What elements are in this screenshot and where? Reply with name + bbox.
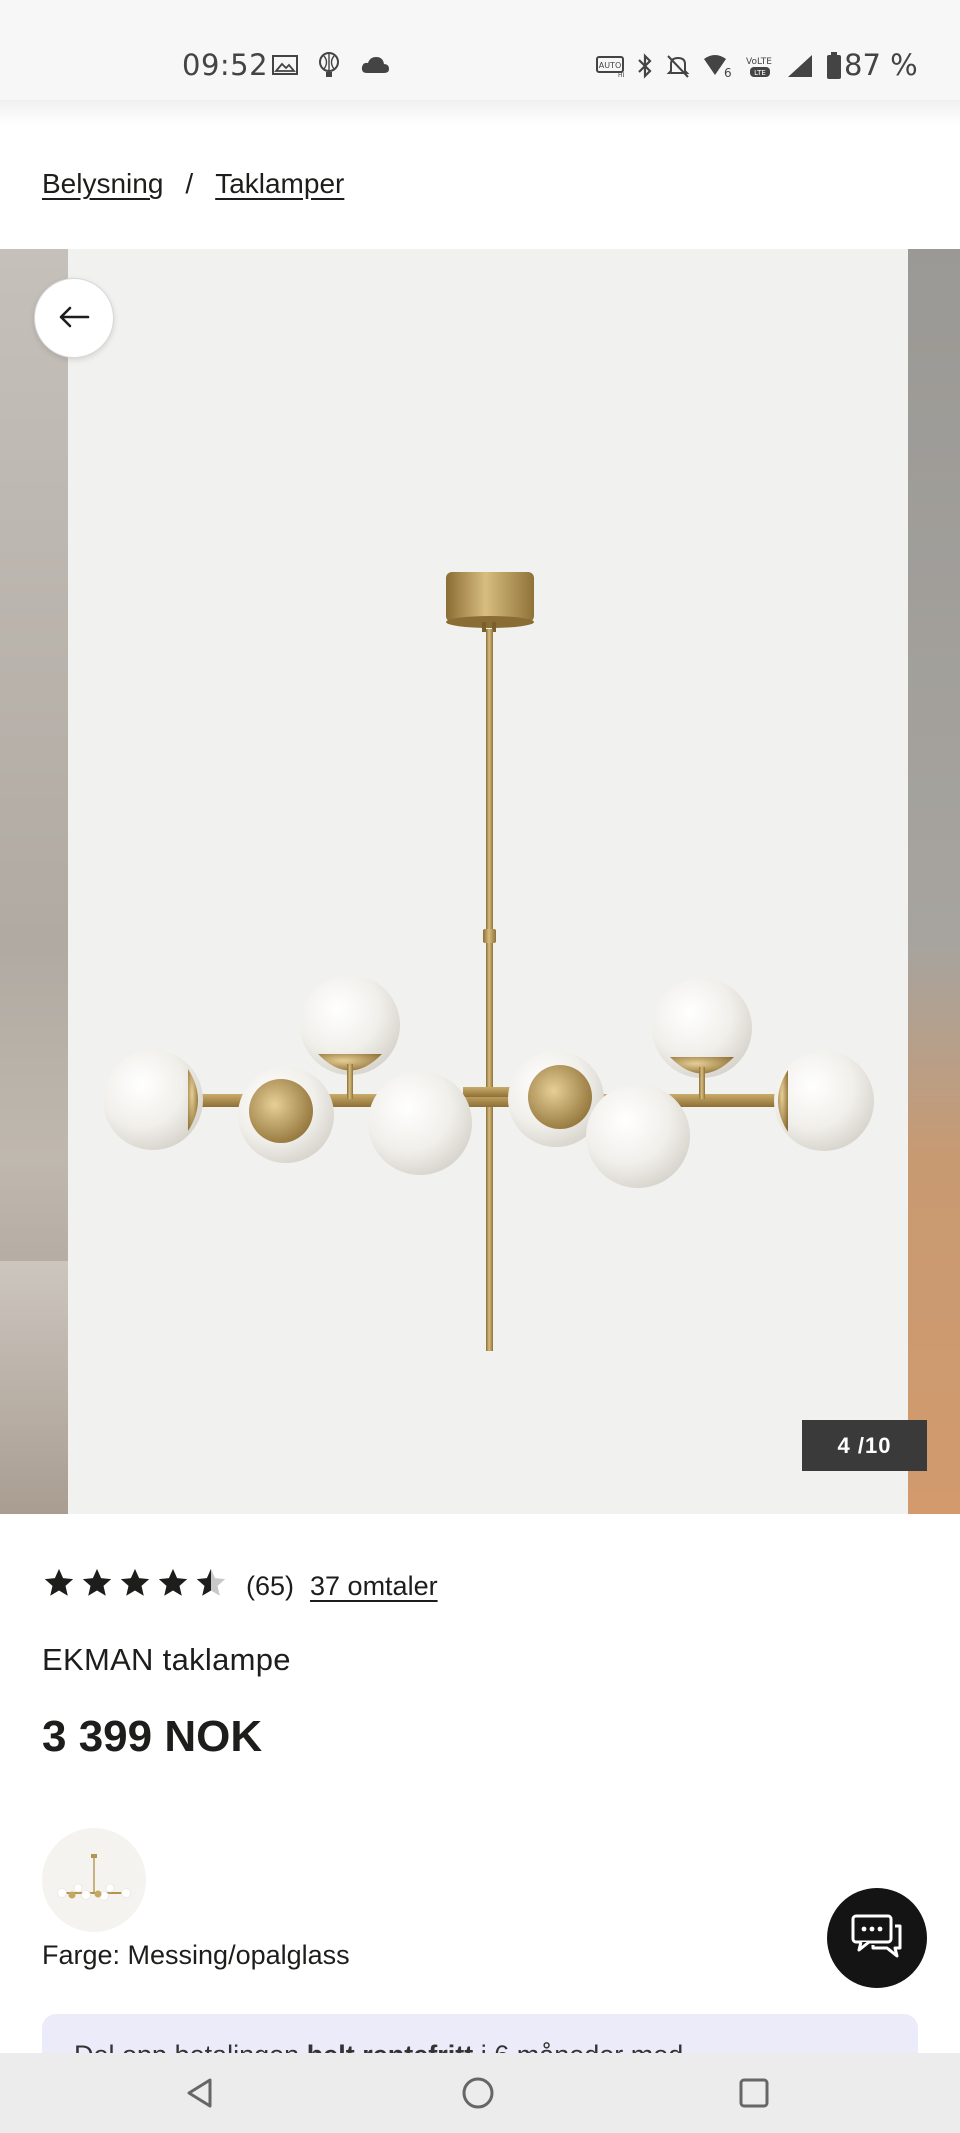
home-circle-icon[interactable]: [456, 2071, 500, 2115]
product-name: EKMAN taklampe: [42, 1642, 291, 1677]
arrow-left-icon: [57, 305, 91, 332]
auto-hd-icon: AUTO HD: [596, 54, 628, 82]
star-full-icon: [118, 1566, 152, 1607]
breadcrumb-link-taklamper[interactable]: Taklamper: [215, 168, 344, 200]
breadcrumb-link-belysning[interactable]: Belysning: [42, 168, 163, 200]
battery-icon: [826, 52, 842, 84]
star-rating[interactable]: [42, 1566, 228, 1607]
volte-icon: VoLTE LTE: [744, 53, 774, 83]
reviews-link[interactable]: 37 omtaler: [310, 1571, 438, 1602]
breadcrumb-separator: /: [185, 168, 194, 199]
wifi-6-icon: 6: [702, 53, 732, 83]
balloon-icon: [318, 52, 340, 82]
chat-icon: [851, 1914, 903, 1963]
lamp-thumbnail: [57, 1854, 131, 1901]
svg-text:HD: HD: [618, 72, 624, 78]
signal-icon: [786, 53, 814, 83]
cloud-icon: [360, 55, 390, 79]
star-full-icon: [42, 1566, 76, 1607]
image-counter: 4 /10: [802, 1420, 927, 1471]
status-time: 09:52: [182, 48, 269, 82]
star-full-icon: [80, 1566, 114, 1607]
product-price: 3 399 NOK: [42, 1712, 263, 1761]
star-full-icon: [156, 1566, 190, 1607]
color-label: Farge: Messing/opalglass: [42, 1940, 350, 1970]
bluetooth-icon: [636, 53, 654, 83]
star-half-icon: [194, 1566, 228, 1607]
carousel-next-image-peek[interactable]: [908, 249, 960, 1514]
svg-text:6: 6: [724, 66, 732, 79]
gallery-back-button[interactable]: [34, 278, 114, 358]
product-image-carousel[interactable]: 4 /10: [0, 249, 960, 1514]
header-shadow: [0, 100, 960, 126]
battery-percentage: 87 %: [844, 48, 918, 82]
rating-row: (65) 37 omtaler: [42, 1566, 438, 1607]
system-navigation-bar: [0, 2053, 960, 2133]
ceiling-lamp-image: [103, 572, 874, 1351]
chat-button[interactable]: [827, 1888, 927, 1988]
back-triangle-icon[interactable]: [178, 2071, 222, 2115]
svg-text:LTE: LTE: [754, 69, 766, 77]
mute-icon: [666, 53, 690, 83]
rating-count: (65): [246, 1571, 295, 1601]
status-bar: 09:52 AUTO HD 6 VoLTE LTE: [0, 0, 960, 100]
carousel-previous-image-peek[interactable]: [0, 249, 68, 1514]
recents-square-icon[interactable]: [732, 2071, 776, 2115]
svg-text:AUTO: AUTO: [599, 61, 622, 70]
svg-text:VoLTE: VoLTE: [746, 57, 772, 67]
gallery-icon: [272, 54, 298, 80]
breadcrumb: Belysning / Taklamper: [42, 168, 344, 200]
color-swatch[interactable]: [42, 1828, 146, 1932]
product-image: [68, 249, 908, 1514]
